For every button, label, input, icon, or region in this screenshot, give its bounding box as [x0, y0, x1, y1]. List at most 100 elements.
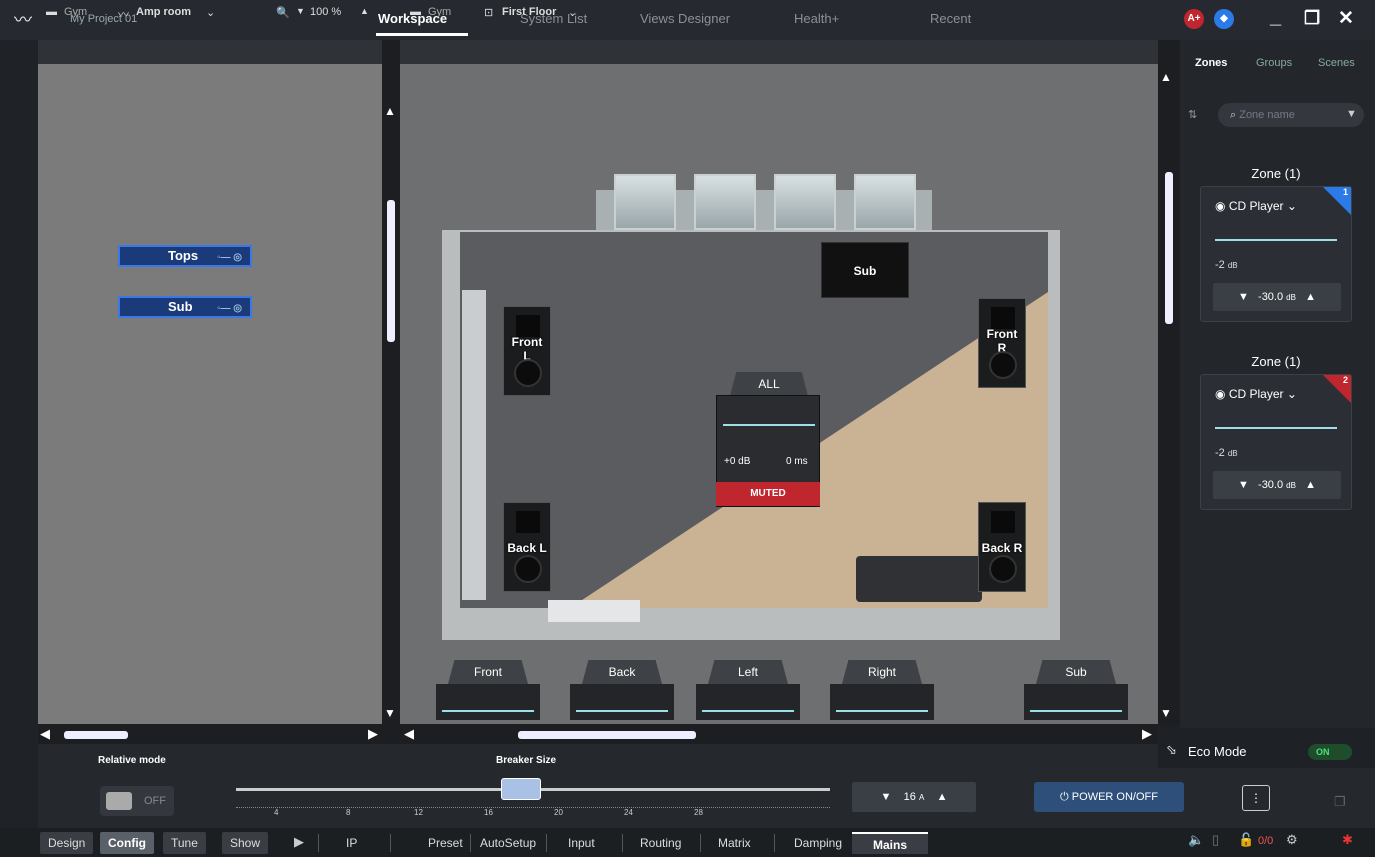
mode-show[interactable]: Show [222, 832, 269, 854]
scroll-right-icon[interactable]: ▶ [1142, 726, 1152, 742]
power-icon: ⏻ [1060, 791, 1072, 803]
zoom-up-icon[interactable]: ▲ [360, 6, 369, 16]
power-button[interactable]: ⏻ POWER ON/OFF [1034, 782, 1184, 812]
zone-number: 1 [1342, 187, 1348, 197]
scroll-thumb[interactable] [1165, 172, 1173, 324]
language-flag-icon[interactable]: ✱ [1342, 832, 1353, 848]
zone-card-1[interactable]: 1 ◉ CD Player ⌄ -2 dB ▼ -30.0 dB ▲ [1200, 186, 1352, 322]
zone-fader[interactable] [1215, 427, 1337, 429]
app-logo-icon[interactable]: 〰 [10, 8, 36, 32]
breaker-stepper[interactable]: ▼ 16 A ▲ [852, 782, 976, 812]
speaker-sub[interactable]: Sub [821, 242, 909, 298]
tab-damping[interactable]: Damping [786, 832, 850, 854]
scroll-thumb[interactable] [64, 731, 128, 739]
tab-preset[interactable]: Preset [420, 832, 471, 854]
scroll-down-icon[interactable]: ▼ [384, 706, 396, 720]
tab-autosetup[interactable]: AutoSetup [472, 832, 544, 854]
sort-icon[interactable]: ⇅ [1188, 108, 1197, 121]
zone-source-select[interactable]: ◉ CD Player ⌄ [1215, 387, 1297, 401]
tab-zones[interactable]: Zones [1195, 57, 1227, 69]
zone-source-select[interactable]: ◉ CD Player ⌄ [1215, 199, 1297, 213]
speaker-back-l[interactable]: Back L [503, 502, 551, 592]
zoom-icon[interactable]: 🔍 [276, 6, 290, 19]
unlock-icon[interactable]: 🔓 [1238, 832, 1254, 848]
zone-volume-stepper[interactable]: ▼ -30.0 dB ▲ [1213, 283, 1341, 311]
group-back[interactable]: Back [570, 660, 674, 720]
zone-fader[interactable] [1215, 239, 1337, 241]
speaker-icon[interactable]: 🔈 [1188, 832, 1204, 848]
mode-design[interactable]: Design [40, 832, 94, 854]
breaker-slider-thumb[interactable] [501, 778, 542, 800]
scroll-down-icon[interactable]: ▼ [1160, 706, 1172, 720]
restore-icon[interactable]: ❐ [1304, 8, 1320, 29]
floor-icon: ⊡ [484, 7, 494, 19]
left-vertical-scrollbar[interactable] [382, 40, 400, 724]
amp-room-canvas[interactable] [38, 64, 382, 724]
close-icon[interactable]: ✕ [1338, 7, 1354, 30]
scroll-up-icon[interactable]: ▲ [1160, 70, 1172, 84]
more-options-button[interactable]: ⋮ [1242, 785, 1270, 811]
amp-tops[interactable]: Tops ◦— ◎ [118, 245, 252, 267]
divider [622, 834, 623, 852]
tab-mains[interactable]: Mains [852, 832, 928, 854]
pointer-icon[interactable]: ▶ [294, 834, 304, 850]
tab-groups[interactable]: Groups [1256, 57, 1292, 69]
group-sub[interactable]: Sub [1024, 660, 1128, 720]
eco-mode-label: Eco Mode [1188, 744, 1247, 759]
eco-mode-toggle[interactable]: ON [1308, 744, 1352, 760]
speaker-front-l[interactable]: Front L [503, 306, 551, 396]
scroll-thumb[interactable] [387, 200, 395, 342]
group-front[interactable]: Front [436, 660, 540, 720]
amp-label: Tops [168, 248, 199, 263]
amp-status-icon: ◦— ◎ [216, 303, 242, 314]
breadcrumb-root[interactable]: Gym [428, 6, 451, 18]
scroll-left-icon[interactable]: ◀ [40, 726, 50, 742]
zone-level: -2 dB [1215, 259, 1238, 271]
minimize-icon[interactable]: _ [1270, 6, 1281, 29]
speaker-back-r[interactable]: Back R [978, 502, 1026, 592]
tab-health[interactable]: Health+ [794, 11, 839, 26]
mute-button[interactable]: MUTED [716, 482, 820, 506]
zone-search-input[interactable]: ⌕ Zone name [1218, 103, 1364, 127]
tab-matrix[interactable]: Matrix [710, 832, 759, 854]
scroll-right-icon[interactable]: ▶ [368, 726, 378, 742]
chevron-down-icon[interactable]: ⌄ [206, 6, 215, 19]
view-selector[interactable]: Amp room [136, 6, 191, 18]
scroll-up-icon[interactable]: ▲ [384, 104, 396, 118]
tab-ip[interactable]: IP [338, 832, 365, 854]
tab-views-designer[interactable]: Views Designer [640, 11, 730, 26]
group-right[interactable]: Right [830, 660, 934, 720]
settings-icon[interactable]: ⚙ [1286, 832, 1298, 848]
relative-mode-toggle[interactable]: OFF [100, 786, 174, 816]
health-badge-icon[interactable]: A+ [1184, 9, 1204, 29]
breadcrumb-root[interactable]: Gym [64, 6, 87, 18]
group-label: Front [448, 660, 528, 684]
toggle-state: OFF [144, 795, 166, 807]
tab-scenes[interactable]: Scenes [1318, 57, 1355, 69]
chevron-down-icon[interactable]: ⌄ [568, 6, 577, 19]
network-badge-icon[interactable]: ◆ [1214, 9, 1234, 29]
group-left[interactable]: Left [696, 660, 800, 720]
tab-routing[interactable]: Routing [632, 832, 689, 854]
zone-card-2[interactable]: 2 ◉ CD Player ⌄ -2 dB ▼ -30.0 dB ▲ [1200, 374, 1352, 510]
amp-sub[interactable]: Sub ◦— ◎ [118, 296, 252, 318]
all-group-title[interactable]: ALL [730, 372, 808, 396]
mode-tune[interactable]: Tune [163, 832, 206, 854]
mode-config[interactable]: Config [100, 832, 154, 854]
speaker-front-r[interactable]: Front R [978, 298, 1026, 388]
all-fader[interactable] [723, 424, 815, 426]
step-up-icon: ▲ [1305, 291, 1317, 303]
trash-icon[interactable]: ▯ [1212, 832, 1219, 848]
step-down-icon: ▼ [880, 791, 892, 803]
tab-recent[interactable]: Recent [930, 11, 971, 26]
scroll-left-icon[interactable]: ◀ [404, 726, 414, 742]
scroll-thumb[interactable] [518, 731, 696, 739]
zoom-down-icon[interactable]: ▼ [296, 6, 305, 16]
tab-input[interactable]: Input [560, 832, 603, 854]
copy-icon[interactable]: ❐ [1334, 794, 1346, 810]
floor-selector[interactable]: First Floor [502, 6, 556, 18]
filter-icon[interactable]: ▼ [1346, 108, 1357, 120]
zone-volume-stepper[interactable]: ▼ -30.0 dB ▲ [1213, 471, 1341, 499]
floor-vertical-scrollbar[interactable] [1158, 40, 1180, 724]
zone-number: 2 [1342, 375, 1348, 385]
